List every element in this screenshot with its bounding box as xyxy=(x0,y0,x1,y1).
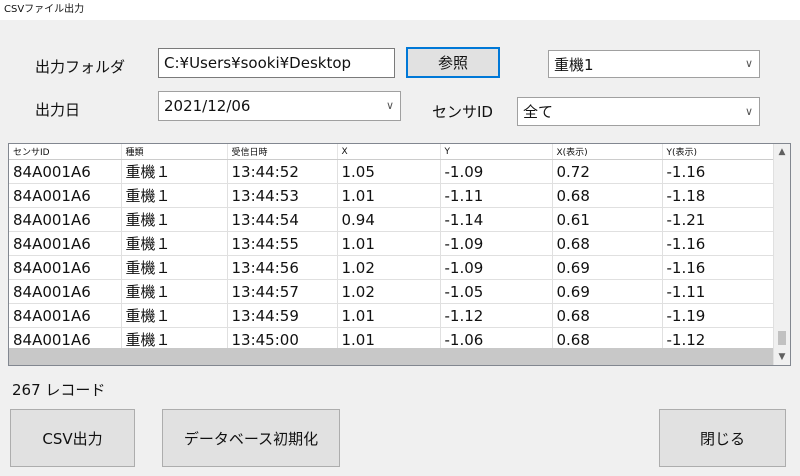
date-picker[interactable]: 2021/12/06 ∨ xyxy=(158,91,401,121)
date-value: 2021/12/06 xyxy=(164,97,251,115)
table-cell: 84A001A6 xyxy=(9,255,122,280)
grid-empty-area xyxy=(9,348,774,365)
browse-button[interactable]: 参照 xyxy=(406,47,500,78)
table-cell: -1.09 xyxy=(440,255,553,280)
table-cell: 13:44:57 xyxy=(227,279,338,304)
table-cell: 0.61 xyxy=(552,207,663,232)
table-cell: 0.68 xyxy=(552,231,663,256)
chevron-down-icon[interactable]: ∨ xyxy=(745,104,753,117)
table-row[interactable]: 84A001A6 重機１ 13:44:54 0.94 -1.14 0.61 -1… xyxy=(9,207,775,232)
table-cell: -1.19 xyxy=(662,303,775,328)
table-cell: 重機１ xyxy=(121,303,228,328)
table-cell: -1.11 xyxy=(662,279,775,304)
folder-label: 出力フォルダ xyxy=(35,58,126,76)
table-cell: 重機１ xyxy=(121,207,228,232)
table-cell: 0.69 xyxy=(552,255,663,280)
table-cell: -1.14 xyxy=(440,207,553,232)
table-cell: 13:44:53 xyxy=(227,183,338,208)
column-header[interactable]: Y(表示) xyxy=(662,144,775,160)
vertical-scrollbar[interactable]: ▲ ▼ xyxy=(773,144,790,365)
scroll-down-icon[interactable]: ▼ xyxy=(774,349,790,365)
table-cell: -1.12 xyxy=(440,303,553,328)
folder-input[interactable]: C:¥Users¥sooki¥Desktop xyxy=(158,48,395,78)
chevron-down-icon[interactable]: ∨ xyxy=(386,99,394,112)
table-cell: -1.09 xyxy=(440,231,553,256)
table-cell: 0.69 xyxy=(552,279,663,304)
table-cell: -1.16 xyxy=(662,231,775,256)
record-count: 267 レコード xyxy=(12,381,106,399)
table-cell: 0.72 xyxy=(552,159,663,184)
data-grid[interactable]: センサID 種類 受信日時 X Y X(表示) Y(表示) 84A001A6 重… xyxy=(8,143,791,366)
table-cell: 重機１ xyxy=(121,183,228,208)
table-cell: 1.05 xyxy=(337,159,441,184)
close-button[interactable]: 閉じる xyxy=(659,409,786,467)
column-header[interactable]: Y xyxy=(440,144,553,160)
table-cell: 84A001A6 xyxy=(9,303,122,328)
table-header-row: センサID 種類 受信日時 X Y X(表示) Y(表示) xyxy=(9,144,775,160)
table-cell: 1.01 xyxy=(337,231,441,256)
table-cell: 84A001A6 xyxy=(9,207,122,232)
table-cell: 84A001A6 xyxy=(9,159,122,184)
machine-select[interactable]: 重機1 ∨ xyxy=(548,50,760,78)
table-cell: -1.21 xyxy=(662,207,775,232)
table-cell: -1.05 xyxy=(440,279,553,304)
table-cell: -1.18 xyxy=(662,183,775,208)
column-header[interactable]: 受信日時 xyxy=(227,144,338,160)
sensor-label: センサID xyxy=(432,103,493,121)
table-row[interactable]: 84A001A6 重機１ 13:44:55 1.01 -1.09 0.68 -1… xyxy=(9,231,775,256)
table-cell: 重機１ xyxy=(121,279,228,304)
table-cell: 重機１ xyxy=(121,159,228,184)
sensor-select-value: 全て xyxy=(523,103,554,121)
table-cell: 13:44:54 xyxy=(227,207,338,232)
column-header[interactable]: センサID xyxy=(9,144,122,160)
sensor-select[interactable]: 全て ∨ xyxy=(517,97,760,126)
table-cell: -1.16 xyxy=(662,159,775,184)
db-init-button[interactable]: データベース初期化 xyxy=(162,409,340,467)
table-row[interactable]: 84A001A6 重機１ 13:44:52 1.05 -1.09 0.72 -1… xyxy=(9,159,775,184)
table-cell: 84A001A6 xyxy=(9,183,122,208)
chevron-down-icon[interactable]: ∨ xyxy=(745,57,753,70)
table-row[interactable]: 84A001A6 重機１ 13:44:57 1.02 -1.05 0.69 -1… xyxy=(9,279,775,304)
scrollbar-thumb[interactable] xyxy=(778,331,786,345)
machine-select-value: 重機1 xyxy=(554,55,594,74)
data-table: センサID 種類 受信日時 X Y X(表示) Y(表示) 84A001A6 重… xyxy=(9,144,775,352)
table-cell: 0.94 xyxy=(337,207,441,232)
window-title: CSVファイル出力 xyxy=(0,0,800,20)
table-cell: 13:44:59 xyxy=(227,303,338,328)
table-cell: 13:44:56 xyxy=(227,255,338,280)
column-header[interactable]: 種類 xyxy=(121,144,228,160)
table-cell: 1.01 xyxy=(337,303,441,328)
table-cell: 1.01 xyxy=(337,183,441,208)
table-cell: 重機１ xyxy=(121,231,228,256)
table-row[interactable]: 84A001A6 重機１ 13:44:59 1.01 -1.12 0.68 -1… xyxy=(9,303,775,328)
date-label: 出力日 xyxy=(35,101,81,119)
table-cell: 84A001A6 xyxy=(9,231,122,256)
table-cell: 0.68 xyxy=(552,183,663,208)
column-header[interactable]: X(表示) xyxy=(552,144,663,160)
column-header[interactable]: X xyxy=(337,144,441,160)
table-cell: -1.11 xyxy=(440,183,553,208)
table-cell: 1.02 xyxy=(337,255,441,280)
table-cell: 0.68 xyxy=(552,303,663,328)
table-row[interactable]: 84A001A6 重機１ 13:44:53 1.01 -1.11 0.68 -1… xyxy=(9,183,775,208)
table-cell: 13:44:55 xyxy=(227,231,338,256)
table-cell: 重機１ xyxy=(121,255,228,280)
table-cell: 84A001A6 xyxy=(9,279,122,304)
table-cell: 1.02 xyxy=(337,279,441,304)
table-row[interactable]: 84A001A6 重機１ 13:44:56 1.02 -1.09 0.69 -1… xyxy=(9,255,775,280)
csv-export-button[interactable]: CSV出力 xyxy=(10,409,135,467)
table-cell: -1.16 xyxy=(662,255,775,280)
scroll-up-icon[interactable]: ▲ xyxy=(774,144,790,160)
table-cell: 13:44:52 xyxy=(227,159,338,184)
table-cell: -1.09 xyxy=(440,159,553,184)
